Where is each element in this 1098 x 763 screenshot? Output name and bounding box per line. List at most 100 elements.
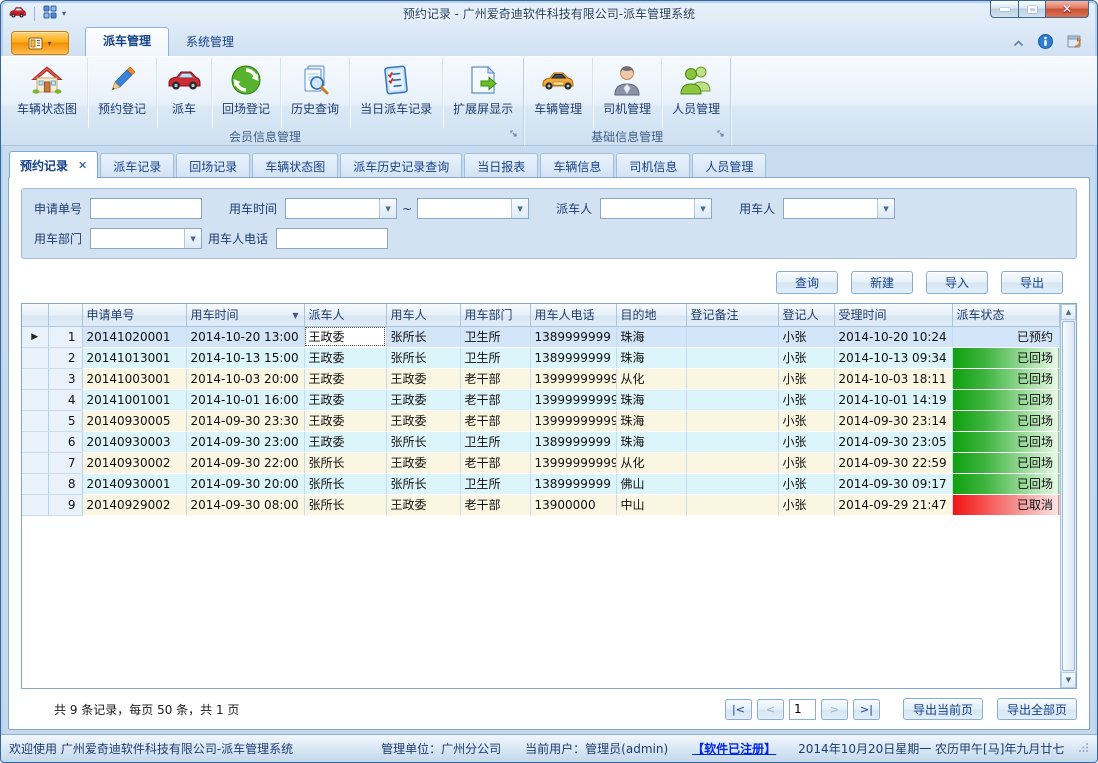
cell-user[interactable]: 王政委 (386, 410, 460, 431)
doc-tab-personnel-management[interactable]: 人员管理 (692, 153, 766, 177)
new-button[interactable]: 新建 (851, 271, 913, 294)
cell-note[interactable] (686, 368, 778, 389)
use-time-to-combo[interactable]: ▼ (417, 198, 529, 219)
cell-accepted[interactable]: 2014-10-01 14:19 (834, 389, 952, 410)
row-indicator[interactable] (22, 431, 48, 452)
row-indicator[interactable] (22, 494, 48, 515)
cell-note[interactable] (686, 494, 778, 515)
export-all-pages-button[interactable]: 导出全部页 (997, 698, 1077, 720)
cell-status[interactable]: 已取消 (952, 494, 1060, 515)
doc-tab-dispatch-history-query[interactable]: 派车历史记录查询 (340, 153, 462, 177)
cell-dispatcher[interactable]: 王政委 (304, 389, 386, 410)
cell-time[interactable]: 2014-09-30 22:00 (186, 452, 304, 473)
cell-status[interactable]: 已回场 (952, 347, 1060, 368)
extend-screen-button[interactable]: 扩展屏显示 (443, 58, 523, 128)
cell-phone[interactable]: 13999999999 (530, 452, 616, 473)
cell-registrar[interactable]: 小张 (778, 389, 834, 410)
cell-order[interactable]: 20140929002 (82, 494, 186, 515)
scroll-down-icon[interactable]: ▼ (1061, 672, 1076, 688)
user-phone-input[interactable] (276, 228, 388, 249)
table-row[interactable]: 6201409300032014-09-30 23:00王政委张所长卫生所138… (22, 431, 1060, 452)
cell-dest[interactable]: 珠海 (616, 347, 686, 368)
cell-order[interactable]: 20140930002 (82, 452, 186, 473)
cell-dept[interactable]: 老干部 (460, 452, 530, 473)
cell-time[interactable]: 2014-09-30 23:30 (186, 410, 304, 431)
cell-user[interactable]: 王政委 (386, 494, 460, 515)
cell-user[interactable]: 张所长 (386, 326, 460, 347)
row-number[interactable]: 5 (48, 410, 82, 431)
order-no-input[interactable] (90, 198, 202, 219)
cell-accepted[interactable]: 2014-09-29 21:47 (834, 494, 952, 515)
cell-dispatcher[interactable]: 张所长 (304, 494, 386, 515)
doc-tab-driver-info[interactable]: 司机信息 (616, 153, 690, 177)
export-current-page-button[interactable]: 导出当前页 (903, 698, 983, 720)
cell-status[interactable]: 已回场 (952, 431, 1060, 452)
chevron-down-icon[interactable]: ▼ (379, 199, 396, 218)
cell-registrar[interactable]: 小张 (778, 347, 834, 368)
cell-time[interactable]: 2014-10-13 15:00 (186, 347, 304, 368)
dispatch-button[interactable]: 派车 (157, 58, 212, 128)
cell-order[interactable]: 20140930003 (82, 431, 186, 452)
cell-accepted[interactable]: 2014-10-03 18:11 (834, 368, 952, 389)
cell-registrar[interactable]: 小张 (778, 452, 834, 473)
cell-accepted[interactable]: 2014-10-20 10:24 (834, 326, 952, 347)
table-row[interactable]: 2201410130012014-10-13 15:00王政委张所长卫生所138… (22, 347, 1060, 368)
personnel-management-button[interactable]: 人员管理 (662, 58, 730, 128)
cell-note[interactable] (686, 410, 778, 431)
row-indicator-arrow-icon[interactable]: ▶ (22, 326, 48, 347)
cell-dept[interactable]: 卫生所 (460, 347, 530, 368)
cell-dest[interactable]: 从化 (616, 452, 686, 473)
cell-user[interactable]: 张所长 (386, 347, 460, 368)
col-register-note[interactable]: 登记备注 (686, 304, 778, 326)
cell-note[interactable] (686, 473, 778, 494)
cell-registrar[interactable]: 小张 (778, 326, 834, 347)
today-dispatch-records-button[interactable]: 当日派车记录 (350, 58, 443, 128)
cell-phone[interactable]: 13999999999 (530, 368, 616, 389)
driver-management-button[interactable]: 司机管理 (593, 58, 662, 128)
vehicle-management-button[interactable]: 车辆管理 (524, 58, 593, 128)
table-row[interactable]: ▶1201410200012014-10-20 13:00王政委张所长卫生所13… (22, 326, 1060, 347)
query-button[interactable]: 查询 (776, 271, 838, 294)
doc-tab-return-records[interactable]: 回场记录 (176, 153, 250, 177)
cell-time[interactable]: 2014-10-20 13:00 (186, 326, 304, 347)
vertical-scrollbar[interactable]: ▲ ▼ (1060, 304, 1076, 688)
collapse-ribbon-icon[interactable] (1013, 36, 1024, 50)
cell-dest[interactable]: 珠海 (616, 410, 686, 431)
col-use-dept[interactable]: 用车部门 (460, 304, 530, 326)
row-number[interactable]: 3 (48, 368, 82, 389)
cell-dest[interactable]: 珠海 (616, 431, 686, 452)
cell-accepted[interactable]: 2014-10-13 09:34 (834, 347, 952, 368)
cell-time[interactable]: 2014-09-30 23:00 (186, 431, 304, 452)
cell-registrar[interactable]: 小张 (778, 494, 834, 515)
cell-phone[interactable]: 1389999999 (530, 473, 616, 494)
cell-dept[interactable]: 卫生所 (460, 473, 530, 494)
tab-close-icon[interactable]: ✕ (78, 159, 87, 172)
cell-order[interactable]: 20141020001 (82, 326, 186, 347)
info-icon[interactable] (1038, 34, 1053, 52)
license-registered-link[interactable]: 【软件已注册】 (692, 740, 776, 757)
cell-dispatcher[interactable]: 王政委 (304, 368, 386, 389)
row-indicator[interactable] (22, 452, 48, 473)
cell-status[interactable]: 已回场 (952, 368, 1060, 389)
page-number-input[interactable] (789, 699, 816, 720)
cell-order[interactable]: 20140930005 (82, 410, 186, 431)
filter-arrow-icon[interactable]: ▼ (292, 311, 298, 320)
cell-time[interactable]: 2014-09-30 08:00 (186, 494, 304, 515)
col-order-no[interactable]: 申请单号 (82, 304, 186, 326)
cell-order[interactable]: 20141013001 (82, 347, 186, 368)
minimize-button[interactable] (990, 1, 1019, 18)
cell-dispatcher[interactable]: 张所长 (304, 473, 386, 494)
cell-status[interactable]: 已回场 (952, 473, 1060, 494)
dialog-launcher-icon[interactable] (717, 128, 726, 142)
cell-registrar[interactable]: 小张 (778, 368, 834, 389)
cell-dept[interactable]: 卫生所 (460, 431, 530, 452)
row-number[interactable]: 1 (48, 326, 82, 347)
cell-dept[interactable]: 卫生所 (460, 326, 530, 347)
cell-phone[interactable]: 13900000 (530, 494, 616, 515)
row-indicator[interactable] (22, 473, 48, 494)
cell-dispatcher[interactable]: 王政委 (304, 326, 386, 347)
col-registrar[interactable]: 登记人 (778, 304, 834, 326)
use-time-from-combo[interactable]: ▼ (285, 198, 397, 219)
cell-status[interactable]: 已预约 (952, 326, 1060, 347)
cell-note[interactable] (686, 431, 778, 452)
